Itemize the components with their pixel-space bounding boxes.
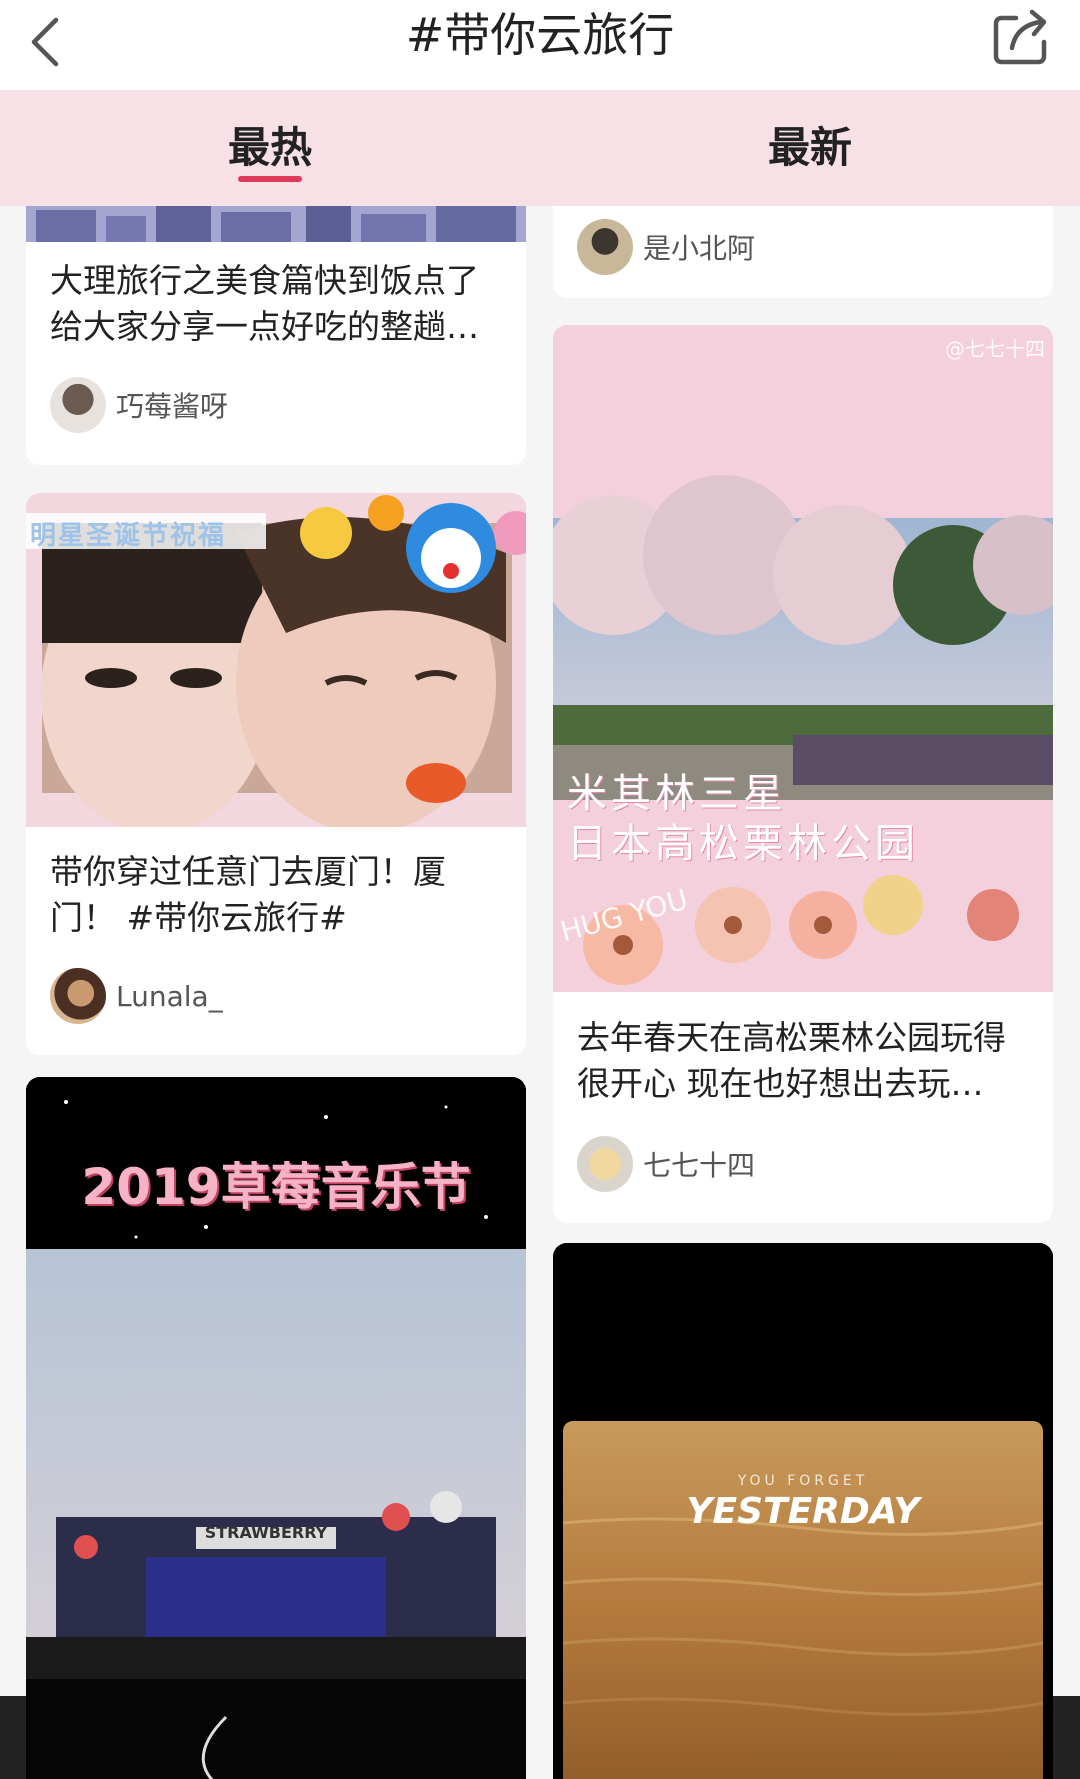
- thumbnail-overlay-text: 2019草莓音乐节: [81, 1158, 471, 1216]
- post-author[interactable]: Lunala_: [50, 967, 223, 1025]
- post-card[interactable]: 是小北阿: [553, 206, 1053, 298]
- bottom-edge-shadow: [1053, 1696, 1080, 1779]
- post-author[interactable]: 七七十四: [577, 1135, 755, 1193]
- share-icon: [993, 9, 1047, 65]
- avatar: [577, 219, 633, 275]
- active-tab-indicator: [238, 176, 302, 182]
- post-card[interactable]: YOU FORGET YESTERDAY: [553, 1243, 1053, 1779]
- post-title: 带你穿过任意门去厦门！厦门！ #带你云旅行#: [50, 852, 446, 937]
- tab-bar: 最热 最新: [0, 90, 1080, 206]
- post-title: 去年春天在高松栗林公园玩得很开心 现在也好想出去玩…: [577, 1018, 1006, 1103]
- tab-hottest[interactable]: 最热: [0, 90, 540, 206]
- share-button[interactable]: [988, 4, 1058, 70]
- author-name: 是小北阿: [643, 232, 756, 265]
- post-author[interactable]: 是小北阿: [577, 218, 755, 276]
- post-thumbnail: @七七十四 米其林三星 日本高松栗林公园 HUG YOU: [553, 325, 1053, 992]
- post-author[interactable]: 巧莓酱呀: [50, 376, 228, 434]
- avatar: [577, 1136, 633, 1192]
- top-bar: #带你云旅行: [0, 0, 1080, 90]
- bottom-edge-shadow: [0, 1696, 26, 1779]
- thumbnail-overlay-text: 日本高松栗林公园: [567, 821, 919, 867]
- post-card[interactable]: 明星圣诞节祝福 带你穿过任意门去厦门！厦门！ #带你云旅行# Lunala_: [26, 493, 526, 1055]
- avatar: [50, 377, 106, 433]
- author-name: 巧莓酱呀: [116, 390, 229, 423]
- author-name: Lunala_: [116, 979, 223, 1013]
- city-skyline-image: [26, 206, 526, 242]
- post-card[interactable]: @七七十四 米其林三星 日本高松栗林公园 HUG YOU 去年春天在高松栗林公园…: [553, 325, 1053, 1223]
- author-name: 七七十四: [643, 1149, 756, 1182]
- post-card[interactable]: 大理旅行之美食篇快到饭点了给大家分享一点好吃的整趟… 巧莓酱呀: [26, 206, 526, 465]
- post-thumbnail: 2019草莓音乐节 STRAWBERRY: [26, 1077, 526, 1779]
- feed-grid: 大理旅行之美食篇快到饭点了给大家分享一点好吃的整趟… 巧莓酱呀 明星圣诞节祝福 …: [0, 206, 1080, 1779]
- thumbnail-overlay-text: YOU FORGET: [737, 1473, 869, 1489]
- tab-label: 最新: [767, 123, 852, 172]
- tab-latest[interactable]: 最新: [540, 90, 1080, 206]
- cherry-blossom-park-image: [553, 325, 1053, 992]
- thumbnail-overlay-text: YESTERDAY: [686, 1491, 920, 1532]
- post-thumbnail: [26, 206, 526, 242]
- post-title: 大理旅行之美食篇快到饭点了给大家分享一点好吃的整趟…: [50, 261, 479, 346]
- stage-sign-text: STRAWBERRY: [204, 1523, 328, 1542]
- thumbnail-overlay-text: 明星圣诞节祝福: [30, 521, 227, 551]
- avatar: [50, 968, 106, 1024]
- post-thumbnail: 明星圣诞节祝福: [26, 493, 526, 827]
- post-card[interactable]: 2019草莓音乐节 STRAWBERRY: [26, 1077, 526, 1779]
- post-thumbnail: YOU FORGET YESTERDAY: [553, 1243, 1053, 1779]
- page-title: #带你云旅行: [405, 8, 675, 62]
- tab-label: 最热: [227, 123, 312, 172]
- watermark-text: @七七十四: [945, 337, 1045, 361]
